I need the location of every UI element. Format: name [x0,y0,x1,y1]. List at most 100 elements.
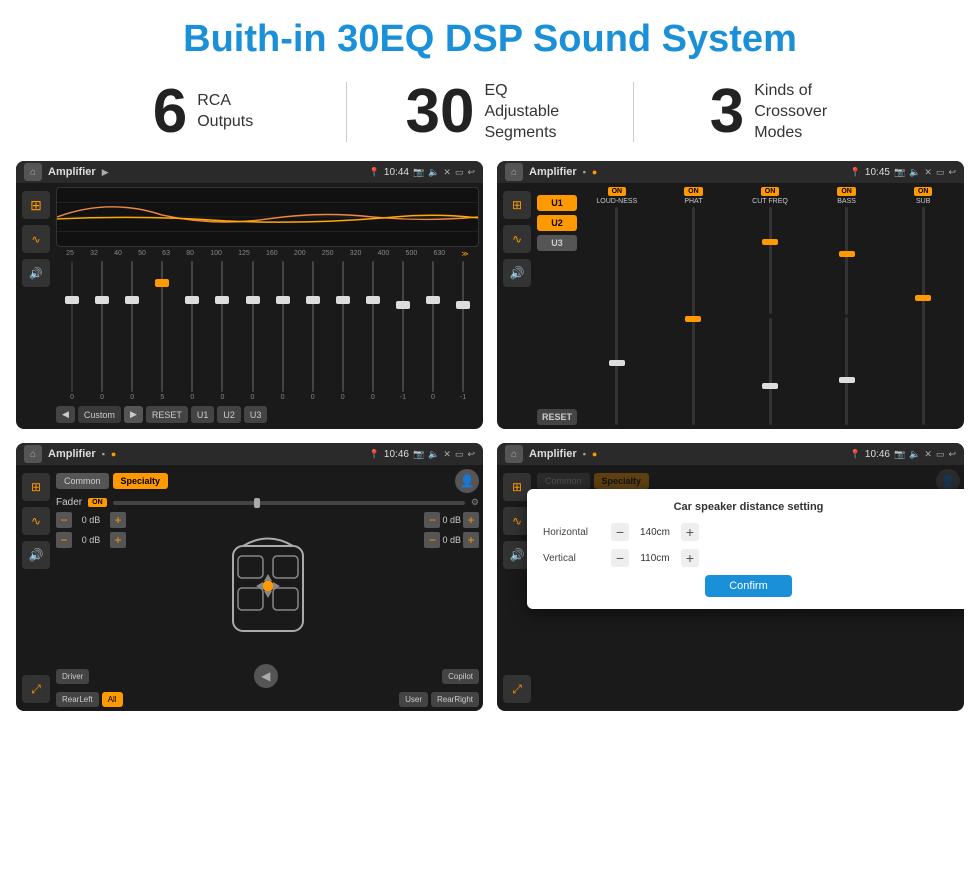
eq-slider-4[interactable]: 5 [148,261,176,401]
eq-u3-button[interactable]: U3 [244,406,268,423]
spec-all-btn[interactable]: All [102,692,123,707]
screen-title-eq: Amplifier [48,166,96,178]
cutfreq-slider-g[interactable] [769,318,772,425]
cross-speaker-btn[interactable]: 🔊 [503,259,531,287]
dialog-vertical-row: Vertical − 110cm + [543,549,954,567]
eq-preset-custom[interactable]: Custom [78,406,121,423]
spec-rearright-btn[interactable]: RearRight [431,692,479,707]
eq-prev-button[interactable]: ◀ [56,406,75,423]
phat-label: PHAT [684,198,702,205]
status-bar-eq: ⌂ Amplifier ▶ 📍 10:44 📷 🔈 ✕ ▭ ↩ [16,161,483,183]
eq-slider-6[interactable]: 0 [208,261,236,401]
dlg-tab-common[interactable]: Common [537,473,590,489]
spec-speaker-btn[interactable]: 🔊 [22,541,50,569]
spec-plus-3[interactable]: + [463,512,479,528]
spec-minus-2[interactable]: − [56,532,72,548]
stats-row: 6 RCAOutputs 30 EQ AdjustableSegments 3 … [0,71,980,157]
eq-slider-9[interactable]: 0 [299,261,327,401]
cross-wave-btn[interactable]: ∿ [503,225,531,253]
spec-minus-4[interactable]: − [424,532,440,548]
sub-label: SUB [916,198,930,205]
dlg-vertical-minus[interactable]: − [611,549,629,567]
screen-specialty: ⌂ Amplifier ▪ ● 📍 10:46 📷🔈✕▭ ↩ ⊞ ∿ 🔊 ⤢ C… [16,443,483,711]
stat-rca: 6 RCAOutputs [60,81,346,143]
cross-tune-btn[interactable]: ⊞ [503,191,531,219]
cross-main-area: U1 U2 U3 RESET ON LOUD-NESS [537,187,960,425]
eq-slider-11[interactable]: 0 [359,261,387,401]
freq-63: 63 [162,250,170,258]
bass-slider-f[interactable] [845,207,848,315]
spec-minus-3[interactable]: − [424,512,440,528]
eq-slider-13[interactable]: 0 [419,261,447,401]
eq-sidebar-wave[interactable]: ∿ [22,225,50,253]
cross-u3-btn[interactable]: U3 [537,235,577,251]
eq-slider-7[interactable]: 0 [238,261,266,401]
spec-plus-4[interactable]: + [463,532,479,548]
home-icon-dlg[interactable]: ⌂ [505,445,523,463]
dot-icon-dlg: ● [592,449,597,459]
spec-tune-btn[interactable]: ⊞ [22,473,50,501]
sub-on: ON [914,187,933,196]
sub-slider[interactable] [886,207,960,425]
spec-wave-btn[interactable]: ∿ [22,507,50,535]
spec-user-btn[interactable]: User [399,692,428,707]
phat-slider[interactable] [657,207,731,425]
freq-32: 32 [90,250,98,258]
spec-right-ctrls: − 0 dB + − 0 dB + [409,512,479,660]
spec-tab-specialty[interactable]: Specialty [113,473,169,489]
dlg-vertical-value: 110cm [637,553,673,564]
eq-reset-button[interactable]: RESET [146,406,188,423]
eq-slider-3[interactable]: 0 [118,261,146,401]
vol-icon-eq: 🔈 [428,167,439,178]
eq-sidebar-speaker[interactable]: 🔊 [22,259,50,287]
stat-label-crossover: Kinds ofCrossover Modes [754,81,844,143]
spec-expand-btn[interactable]: ⤢ [22,675,50,703]
bass-slider-g[interactable] [845,317,848,425]
eq-slider-8[interactable]: 0 [269,261,297,401]
home-icon-eq[interactable]: ⌂ [24,163,42,181]
spec-minus-1[interactable]: − [56,512,72,528]
eq-slider-14[interactable]: -1 [449,261,477,401]
cross-content: ⊞ ∿ 🔊 U1 U2 U3 RESET [497,183,964,429]
cutfreq-slider-f[interactable] [769,207,772,314]
cam-icon-eq: 📷 [413,167,424,178]
spec-plus-2[interactable]: + [110,532,126,548]
eq-arrows[interactable]: ≫ [461,250,468,258]
eq-u1-button[interactable]: U1 [191,406,215,423]
eq-slider-1[interactable]: 0 [58,261,86,401]
spec-body-area: − 0 dB + − 0 dB + [56,512,479,660]
eq-sidebar-tune[interactable]: ⊞ [22,191,50,219]
home-icon-cross[interactable]: ⌂ [505,163,523,181]
spec-db-val-4: 0 dB [442,535,461,545]
eq-play-button[interactable]: ▶ [124,406,143,423]
spec-content: ⊞ ∿ 🔊 ⤢ Common Specialty 👤 Fader ON [16,465,483,711]
eq-slider-5[interactable]: 0 [178,261,206,401]
dlg-expand-btn[interactable]: ⤢ [503,675,531,703]
spec-left-arrow[interactable]: ◀ [254,664,278,688]
confirm-button[interactable]: Confirm [705,575,792,597]
spec-copilot-btn[interactable]: Copilot [442,669,479,684]
spec-db-row-3: − 0 dB + [424,512,479,528]
cross-content-area: U1 U2 U3 RESET ON LOUD-NESS [537,187,960,425]
loudness-slider[interactable] [580,207,654,425]
fader-slider-track[interactable] [113,501,465,505]
back-icon-eq[interactable]: ↩ [467,167,475,178]
stat-eq: 30 EQ AdjustableSegments [347,81,633,143]
dlg-vertical-plus[interactable]: + [681,549,699,567]
dlg-horizontal-minus[interactable]: − [611,523,629,541]
home-icon-spec[interactable]: ⌂ [24,445,42,463]
spec-rearleft-btn[interactable]: RearLeft [56,692,99,707]
eq-slider-2[interactable]: 0 [88,261,116,401]
cross-reset-btn[interactable]: RESET [537,409,577,425]
eq-slider-12[interactable]: -1 [389,261,417,401]
spec-tab-common[interactable]: Common [56,473,109,489]
spec-plus-1[interactable]: + [110,512,126,528]
spec-icon-avatar[interactable]: 👤 [455,469,479,493]
spec-driver-btn[interactable]: Driver [56,669,89,684]
eq-slider-10[interactable]: 0 [329,261,357,401]
cross-u2-btn[interactable]: U2 [537,215,577,231]
eq-u2-button[interactable]: U2 [217,406,241,423]
dlg-horizontal-plus[interactable]: + [681,523,699,541]
cross-u1-btn[interactable]: U1 [537,195,577,211]
dlg-tab-specialty[interactable]: Specialty [594,473,650,489]
